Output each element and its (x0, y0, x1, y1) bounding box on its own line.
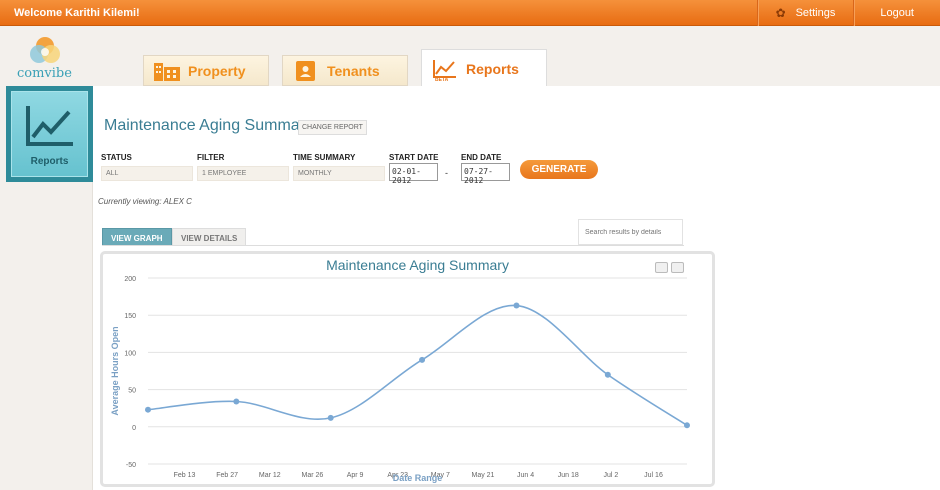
chart-title: Maintenance Aging Summary (326, 257, 509, 273)
end-date-label: END DATE (461, 153, 502, 162)
data-point (145, 406, 151, 413)
date-separator: - (445, 168, 448, 178)
x-axis-label: Date Range (393, 473, 443, 483)
x-tick-label: Feb 13 (174, 472, 196, 479)
page-title: Maintenance Aging Summary (104, 117, 313, 134)
contact-book-icon (296, 60, 315, 81)
line-chart: Maintenance Aging Summary 200 150 100 50 0 -50… (110, 257, 690, 483)
top-nav: ✿ Settings Logout (756, 0, 940, 26)
tab-reports[interactable]: BETA Reports (421, 49, 547, 87)
y-tick-label: -50 (126, 462, 136, 469)
chart-container: Maintenance Aging Summary 200 150 100 50 0 -50… (100, 251, 715, 487)
x-tick-label: Mar 12 (259, 472, 281, 479)
x-tick-label: May 21 (471, 472, 494, 479)
y-tick-label: 100 (124, 350, 136, 357)
x-tick-label: Jul 16 (644, 472, 663, 479)
tab-divider (102, 245, 684, 246)
tab-view-graph[interactable]: VIEW GRAPH (102, 228, 172, 246)
settings-label: Settings (795, 7, 836, 19)
gear-icon: ✿ (775, 6, 786, 20)
filter-label: FILTER (197, 153, 225, 162)
y-tick-label: 50 (128, 388, 136, 395)
tab-tenants-label: Tenants (327, 62, 380, 79)
line-chart-icon (26, 106, 73, 146)
tab-reports-label: Reports (466, 60, 519, 77)
tab-view-details[interactable]: VIEW DETAILS (172, 228, 247, 246)
tab-property[interactable]: Property (143, 55, 269, 86)
data-point (233, 398, 240, 405)
logout-label: Logout (880, 7, 914, 19)
status-select[interactable]: ALL (101, 166, 193, 181)
data-point (513, 302, 520, 309)
beta-badge: BETA (435, 77, 449, 83)
logout-button[interactable]: Logout (853, 0, 940, 26)
data-point (327, 414, 334, 421)
print-icon[interactable] (655, 262, 668, 273)
logo-text: comvibe (17, 66, 72, 81)
start-date-label: START DATE (389, 153, 439, 162)
y-tick-label: 200 (124, 276, 136, 283)
tab-property-label: Property (188, 62, 246, 79)
sidebar-item-reports[interactable]: Reports (6, 86, 93, 182)
status-label: STATUS (101, 153, 132, 162)
change-report-button[interactable]: CHANGE REPORT (298, 120, 367, 135)
time-summary-select[interactable]: MONTHLY (293, 166, 385, 181)
x-tick-label: Apr 9 (347, 472, 364, 479)
tab-tenants[interactable]: Tenants (282, 55, 408, 86)
x-tick-label: Mar 26 (302, 472, 324, 479)
x-tick-label: Jul 2 (603, 472, 618, 479)
top-bar: Welcome Karithi Kilemi! ✿ Settings Logou… (0, 0, 940, 26)
filter-select[interactable]: 1 EMPLOYEE (197, 166, 289, 181)
line-chart-icon (433, 59, 456, 78)
x-tick-label: Jun 18 (558, 472, 579, 479)
time-summary-label: TIME SUMMARY (293, 153, 356, 162)
start-date-input[interactable]: 02-01-2012 (389, 163, 438, 185)
building-icon (154, 62, 180, 81)
x-tick-label: Jun 4 (517, 472, 534, 479)
x-tick-label: Feb 27 (216, 472, 238, 479)
data-point (684, 422, 690, 429)
generate-button[interactable]: GENERATE (520, 160, 598, 179)
data-point (419, 356, 426, 363)
settings-button[interactable]: ✿ Settings (756, 0, 854, 26)
y-axis-label: Average Hours Open (110, 326, 120, 415)
end-date-input[interactable]: 07-27-2012 (461, 163, 510, 185)
currently-viewing-text: Currently viewing: ALEX C (98, 197, 192, 206)
welcome-text: Welcome Karithi Kilemi! (14, 7, 140, 19)
sidebar-tile: Reports (11, 91, 88, 177)
series-line (147, 304, 688, 426)
data-point (604, 371, 611, 378)
y-tick-label: 0 (132, 425, 136, 432)
search-input[interactable] (578, 219, 683, 245)
download-icon[interactable] (671, 262, 684, 273)
sidebar-item-label: Reports (30, 156, 69, 167)
y-tick-label: 150 (124, 313, 136, 320)
